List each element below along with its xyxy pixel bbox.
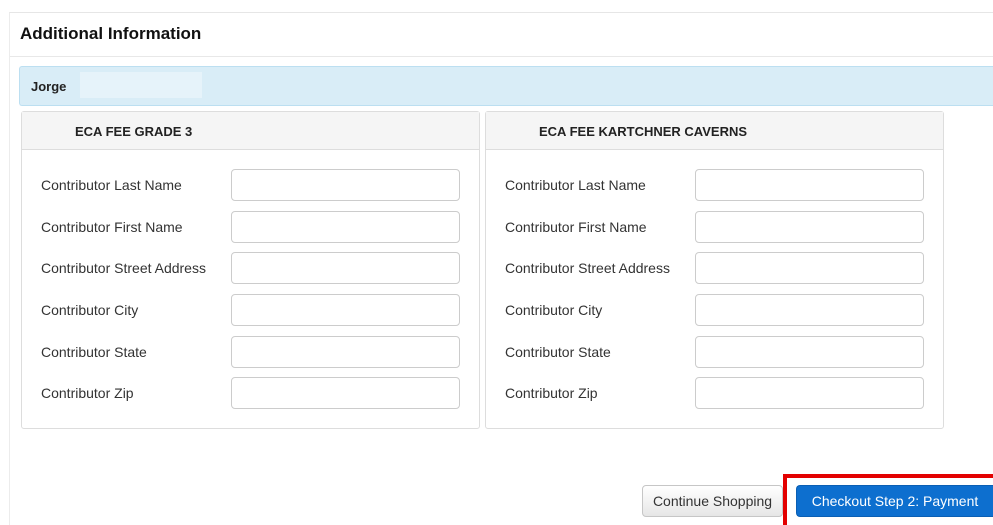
- continue-shopping-button[interactable]: Continue Shopping: [642, 485, 783, 517]
- contributor-state-input[interactable]: [695, 336, 924, 368]
- checkout-step-2-payment-button[interactable]: Checkout Step 2: Payment: [796, 485, 993, 517]
- contributor-street-address-input[interactable]: [695, 252, 924, 284]
- field-label: Contributor Zip: [505, 385, 598, 401]
- field-row-state: Contributor State: [486, 336, 943, 368]
- field-row-state: Contributor State: [22, 336, 479, 368]
- fee-card-header: ECA FEE GRADE 3: [22, 112, 479, 150]
- field-label: Contributor City: [41, 302, 139, 318]
- contributor-last-name-input[interactable]: [695, 169, 924, 201]
- field-row-first-name: Contributor First Name: [22, 211, 479, 243]
- field-row-street-address: Contributor Street Address: [486, 252, 943, 284]
- contributor-first-name-input[interactable]: [231, 211, 460, 243]
- contributor-state-input[interactable]: [231, 336, 460, 368]
- student-name: Jorge: [31, 79, 67, 94]
- field-label: Contributor State: [505, 344, 611, 360]
- field-row-city: Contributor City: [22, 294, 479, 326]
- field-label: Contributor Street Address: [41, 260, 206, 276]
- contributor-first-name-input[interactable]: [695, 211, 924, 243]
- field-label: Contributor Street Address: [505, 260, 670, 276]
- contributor-zip-input[interactable]: [695, 377, 924, 409]
- field-row-street-address: Contributor Street Address: [22, 252, 479, 284]
- fee-card-title: ECA FEE GRADE 3: [75, 124, 193, 139]
- field-row-last-name: Contributor Last Name: [486, 169, 943, 201]
- fee-card-header: ECA FEE KARTCHNER CAVERNS: [486, 112, 943, 150]
- field-label: Contributor Last Name: [505, 177, 646, 193]
- field-label: Contributor City: [505, 302, 603, 318]
- contributor-city-input[interactable]: [231, 294, 460, 326]
- field-row-last-name: Contributor Last Name: [22, 169, 479, 201]
- field-label: Contributor First Name: [41, 219, 183, 235]
- field-label: Contributor Last Name: [41, 177, 182, 193]
- field-label: Contributor State: [41, 344, 147, 360]
- fee-card-grade-3: ECA FEE GRADE 3 Contributor Last Name Co…: [21, 111, 480, 429]
- contributor-zip-input[interactable]: [231, 377, 460, 409]
- field-label: Contributor First Name: [505, 219, 647, 235]
- field-row-zip: Contributor Zip: [22, 377, 479, 409]
- field-row-first-name: Contributor First Name: [486, 211, 943, 243]
- contributor-last-name-input[interactable]: [231, 169, 460, 201]
- student-name-mask: [80, 72, 202, 98]
- student-bar: Jorge: [19, 66, 993, 106]
- fee-card-title: ECA FEE KARTCHNER CAVERNS: [539, 124, 748, 139]
- fee-card-kartchner-caverns: ECA FEE KARTCHNER CAVERNS Contributor La…: [485, 111, 944, 429]
- contributor-city-input[interactable]: [695, 294, 924, 326]
- contributor-street-address-input[interactable]: [231, 252, 460, 284]
- field-row-city: Contributor City: [486, 294, 943, 326]
- panel-title: Additional Information: [20, 24, 202, 43]
- field-row-zip: Contributor Zip: [486, 377, 943, 409]
- field-label: Contributor Zip: [41, 385, 134, 401]
- panel-header: Additional Information: [10, 13, 993, 57]
